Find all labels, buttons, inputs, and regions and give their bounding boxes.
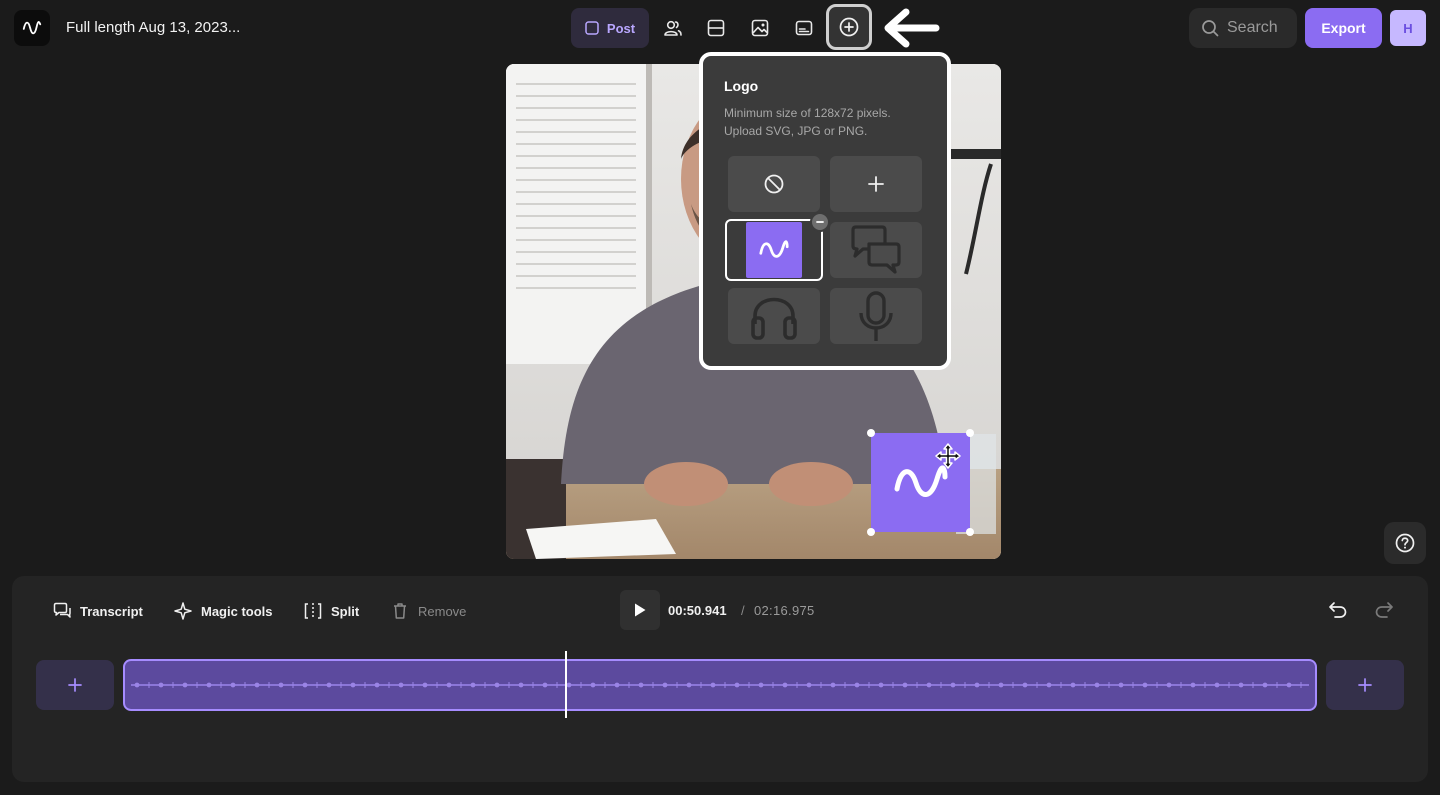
captions-icon bbox=[795, 20, 813, 36]
timeline-clip[interactable] bbox=[123, 659, 1317, 711]
time-separator: / bbox=[741, 603, 745, 618]
resize-handle-top-right[interactable] bbox=[966, 429, 974, 437]
sparkle-icon bbox=[174, 602, 192, 620]
transcript-button[interactable]: Transcript bbox=[52, 600, 143, 622]
popup-description: Minimum size of 128x72 pixels. Upload SV… bbox=[724, 106, 891, 138]
play-button[interactable] bbox=[620, 590, 660, 630]
total-duration: 02:16.975 bbox=[754, 603, 815, 618]
transcript-icon bbox=[53, 602, 71, 618]
move-cursor-icon bbox=[935, 443, 961, 469]
post-icon bbox=[585, 21, 599, 35]
remove-button[interactable]: Remove bbox=[390, 600, 466, 622]
avatar[interactable]: H bbox=[1390, 10, 1426, 46]
upload-logo-option[interactable] bbox=[830, 156, 922, 212]
split-label: Split bbox=[331, 603, 360, 619]
speakers-icon bbox=[664, 20, 682, 36]
wave-logo-option[interactable] bbox=[725, 219, 823, 281]
transcript-label: Transcript bbox=[80, 603, 143, 619]
split-icon bbox=[304, 603, 322, 619]
magic-tools-label: Magic tools bbox=[201, 603, 273, 619]
background-image-icon bbox=[751, 19, 769, 37]
chat-bubbles-icon bbox=[851, 225, 901, 274]
export-button[interactable]: Export bbox=[1305, 8, 1382, 48]
search-button[interactable]: Search bbox=[1189, 8, 1297, 48]
play-icon bbox=[635, 603, 646, 617]
add-clip-before-button[interactable] bbox=[36, 660, 114, 710]
plus-icon bbox=[68, 678, 82, 692]
playhead[interactable] bbox=[565, 651, 567, 718]
no-logo-option[interactable] bbox=[728, 156, 820, 212]
add-clip-after-button[interactable] bbox=[1326, 660, 1404, 710]
wave-logo-thumb bbox=[746, 222, 802, 278]
split-button[interactable]: Split bbox=[303, 600, 359, 622]
layout-icon bbox=[707, 19, 725, 37]
search-label: Search bbox=[1227, 19, 1278, 36]
remove-logo-button[interactable] bbox=[810, 212, 830, 232]
plus-icon bbox=[868, 176, 884, 192]
search-icon bbox=[1202, 20, 1219, 37]
none-icon bbox=[764, 174, 784, 194]
chat-logo-option[interactable] bbox=[830, 222, 922, 278]
magic-tools-button[interactable]: Magic tools bbox=[173, 600, 273, 622]
add-logo-button[interactable] bbox=[826, 4, 872, 50]
pointer-arrow-icon bbox=[884, 8, 940, 48]
undo-icon[interactable] bbox=[1326, 598, 1350, 622]
resize-handle-bottom-right[interactable] bbox=[966, 528, 974, 536]
trash-icon bbox=[394, 603, 406, 619]
help-icon bbox=[1395, 533, 1415, 553]
wave-logo-icon bbox=[759, 240, 789, 258]
document-title[interactable]: Full length Aug 13, 2023... bbox=[66, 19, 240, 36]
remove-label: Remove bbox=[418, 603, 467, 619]
resize-handle-top-left[interactable] bbox=[867, 429, 875, 437]
speakers-button[interactable] bbox=[657, 12, 689, 44]
app-logo[interactable] bbox=[14, 10, 50, 46]
audio-waveform bbox=[131, 682, 1309, 688]
redo-icon[interactable] bbox=[1372, 598, 1396, 622]
minus-icon bbox=[816, 221, 824, 223]
help-button[interactable] bbox=[1384, 522, 1426, 564]
popup-title: Logo bbox=[724, 78, 759, 94]
microphone-logo-option[interactable] bbox=[830, 288, 922, 344]
plus-icon bbox=[1358, 678, 1372, 692]
post-button[interactable]: Post bbox=[571, 8, 649, 48]
captions-button[interactable] bbox=[788, 12, 820, 44]
wave-icon bbox=[22, 21, 42, 35]
post-label: Post bbox=[606, 20, 636, 36]
resize-handle-bottom-left[interactable] bbox=[867, 528, 875, 536]
headphones-icon bbox=[751, 297, 797, 340]
current-time: 00:50.941 bbox=[668, 603, 727, 618]
microphone-icon bbox=[859, 291, 893, 341]
background-image-button[interactable] bbox=[744, 12, 776, 44]
add-logo-icon bbox=[839, 17, 859, 37]
headphones-logo-option[interactable] bbox=[728, 288, 820, 344]
layout-button[interactable] bbox=[700, 12, 732, 44]
